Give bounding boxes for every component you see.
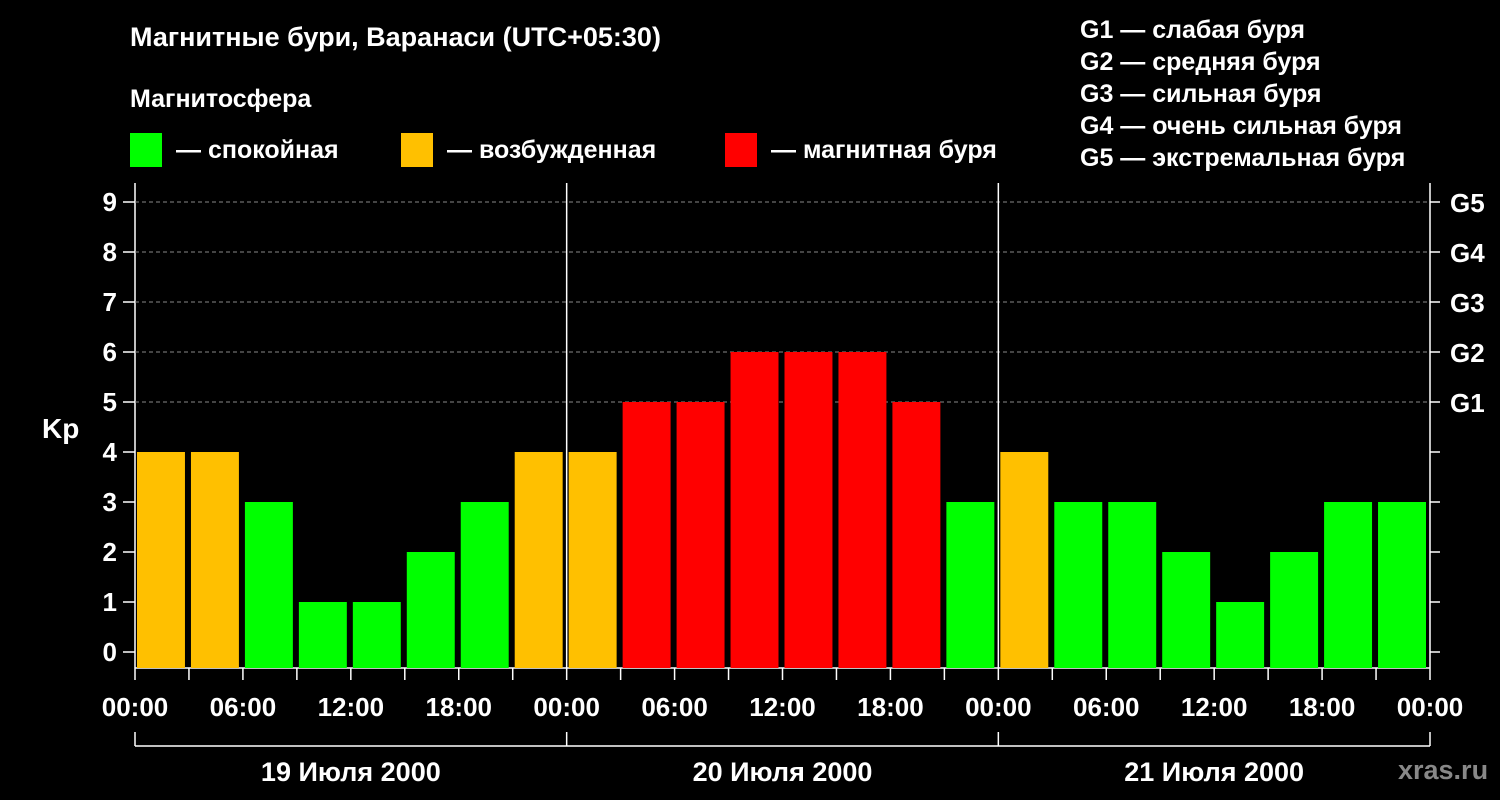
watermark: xras.ru xyxy=(1398,755,1489,785)
bar-15 xyxy=(946,502,995,668)
day-label-0: 19 Июля 2000 xyxy=(261,757,441,787)
x-tick-label-10: 12:00 xyxy=(1181,692,1248,722)
bar-11 xyxy=(730,352,779,668)
bar-10 xyxy=(676,402,725,668)
bar-9 xyxy=(622,402,671,668)
g-axis-label-g2: G2 xyxy=(1450,338,1485,368)
day-label-2: 21 Июля 2000 xyxy=(1124,757,1304,787)
bar-5 xyxy=(406,552,455,668)
bar-22 xyxy=(1324,502,1373,668)
y-tick-label-1: 1 xyxy=(103,587,117,617)
g-axis-label-g1: G1 xyxy=(1450,388,1485,418)
y-tick-label-8: 8 xyxy=(103,237,117,267)
bar-12 xyxy=(784,352,833,668)
bar-17 xyxy=(1054,502,1103,668)
y-tick-label-4: 4 xyxy=(103,437,118,467)
y-tick-label-6: 6 xyxy=(103,337,117,367)
x-tick-label-3: 18:00 xyxy=(426,692,493,722)
g-axis-label-g3: G3 xyxy=(1450,288,1485,318)
y-tick-label-2: 2 xyxy=(103,537,117,567)
bar-16 xyxy=(1000,452,1049,668)
bar-3 xyxy=(298,602,347,668)
x-tick-label-7: 18:00 xyxy=(857,692,924,722)
x-tick-label-2: 12:00 xyxy=(318,692,385,722)
x-tick-label-8: 00:00 xyxy=(965,692,1032,722)
x-tick-label-4: 00:00 xyxy=(533,692,600,722)
y-tick-label-5: 5 xyxy=(103,387,117,417)
g-axis-label-g4: G4 xyxy=(1450,238,1485,268)
bar-14 xyxy=(892,402,941,668)
y-tick-label-0: 0 xyxy=(103,637,117,667)
x-tick-label-0: 00:00 xyxy=(102,692,169,722)
x-tick-label-1: 06:00 xyxy=(210,692,277,722)
x-tick-label-12: 00:00 xyxy=(1397,692,1464,722)
y-tick-label-9: 9 xyxy=(103,187,117,217)
bar-21 xyxy=(1270,552,1319,668)
y-tick-label-3: 3 xyxy=(103,487,117,517)
day-label-1: 20 Июля 2000 xyxy=(693,757,873,787)
x-tick-label-11: 18:00 xyxy=(1289,692,1356,722)
bar-20 xyxy=(1216,602,1265,668)
bar-23 xyxy=(1378,502,1426,668)
bar-18 xyxy=(1108,502,1157,668)
bar-4 xyxy=(352,602,401,668)
x-tick-label-5: 06:00 xyxy=(641,692,708,722)
bar-13 xyxy=(838,352,887,668)
x-tick-label-9: 06:00 xyxy=(1073,692,1140,722)
bar-6 xyxy=(460,502,509,668)
bar-1 xyxy=(190,452,239,668)
bar-8 xyxy=(568,452,617,668)
y-tick-label-7: 7 xyxy=(103,287,117,317)
kp-chart: 0 1 2 3 4 5 6 7 8 9 G1 G2 G3 G4 G5 Kp 00:00 06:00 12:00 18:… xyxy=(42,183,1485,787)
bar-7 xyxy=(514,452,563,668)
bar-0 xyxy=(137,452,185,668)
bar-19 xyxy=(1162,552,1211,668)
y-axis-title: Kp xyxy=(42,413,79,444)
x-tick-label-6: 12:00 xyxy=(749,692,816,722)
bar-2 xyxy=(244,502,293,668)
g-axis-label-g5: G5 xyxy=(1450,188,1485,218)
